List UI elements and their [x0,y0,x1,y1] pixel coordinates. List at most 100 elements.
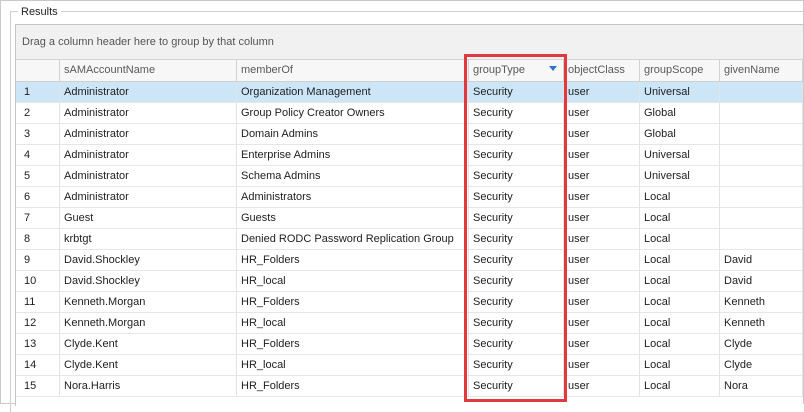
objectclass-cell[interactable]: user [564,145,640,165]
samaccountname-cell[interactable]: Guest [60,208,237,228]
givenname-cell[interactable]: Clyde [720,355,803,375]
memberof-cell[interactable]: HR_local [237,313,469,333]
memberof-cell[interactable]: Schema Admins [237,166,469,186]
objectclass-cell[interactable]: user [564,334,640,354]
grouptype-cell[interactable]: Security [469,355,564,375]
groupscope-cell[interactable]: Universal [640,145,720,165]
objectclass-cell[interactable]: user [564,313,640,333]
samaccountname-cell[interactable]: Administrator [60,166,237,186]
groupscope-cell[interactable]: Global [640,124,720,144]
objectclass-cell[interactable]: user [564,376,640,396]
memberof-cell[interactable]: Administrators [237,187,469,207]
objectclass-cell[interactable]: user [564,103,640,123]
table-row[interactable]: 8 krbtgt Denied RODC Password Replication … [16,229,803,250]
row-number-cell[interactable]: 13 [16,334,60,354]
objectclass-cell[interactable]: user [564,208,640,228]
givenname-cell[interactable]: David [720,271,803,291]
table-row[interactable]: 14 Clyde.Kent HR_local Security user Local Cly… [16,355,803,376]
grouptype-cell[interactable]: Security [469,313,564,333]
samaccountname-cell[interactable]: Administrator [60,187,237,207]
givenname-cell[interactable] [720,124,803,144]
objectclass-cell[interactable]: user [564,355,640,375]
memberof-cell[interactable]: HR_local [237,271,469,291]
samaccountname-cell[interactable]: Administrator [60,124,237,144]
groupscope-cell[interactable]: Local [640,229,720,249]
givenname-cell[interactable] [720,103,803,123]
samaccountname-cell[interactable]: David.Shockley [60,271,237,291]
table-row[interactable]: 13 Clyde.Kent HR_Folders Security user Local C… [16,334,803,355]
samaccountname-cell[interactable]: Nora.Harris [60,376,237,396]
memberof-cell[interactable]: HR_local [237,355,469,375]
table-row[interactable]: 10 David.Shockley HR_local Security user Loca… [16,271,803,292]
grouptype-cell[interactable]: Security [469,208,564,228]
groupscope-cell[interactable]: Local [640,250,720,270]
samaccountname-cell[interactable]: Administrator [60,103,237,123]
grouptype-cell[interactable]: Security [469,250,564,270]
header-groupscope[interactable]: groupScope [640,60,720,81]
table-row[interactable]: 9 David.Shockley HR_Folders Security user Loc… [16,250,803,271]
row-number-cell[interactable]: 14 [16,355,60,375]
givenname-cell[interactable]: Kenneth [720,292,803,312]
table-row[interactable]: 7 Guest Guests Security user Local [16,208,803,229]
samaccountname-cell[interactable]: Administrator [60,145,237,165]
grouptype-cell[interactable]: Security [469,124,564,144]
table-row[interactable]: 15 Nora.Harris HR_Folders Security user Local… [16,376,803,397]
samaccountname-cell[interactable]: krbtgt [60,229,237,249]
objectclass-cell[interactable]: user [564,271,640,291]
grouptype-cell[interactable]: Security [469,103,564,123]
memberof-cell[interactable]: Guests [237,208,469,228]
header-grouptype[interactable]: groupType [469,60,564,81]
header-givenname[interactable]: givenName [720,60,803,81]
table-row[interactable]: 12 Kenneth.Morgan HR_local Security user Loca… [16,313,803,334]
row-number-cell[interactable]: 6 [16,187,60,207]
table-row[interactable]: 4 Administrator Enterprise Admins Security u… [16,145,803,166]
header-objectclass[interactable]: objectClass [564,60,640,81]
row-number-cell[interactable]: 10 [16,271,60,291]
row-number-cell[interactable]: 7 [16,208,60,228]
groupscope-cell[interactable]: Universal [640,166,720,186]
groupscope-cell[interactable]: Local [640,208,720,228]
groupscope-cell[interactable]: Local [640,292,720,312]
groupscope-cell[interactable]: Global [640,103,720,123]
groupscope-cell[interactable]: Universal [640,82,720,102]
givenname-cell[interactable]: Nora [720,376,803,396]
grouptype-cell[interactable]: Security [469,187,564,207]
header-row-number[interactable] [16,60,60,81]
row-number-cell[interactable]: 11 [16,292,60,312]
memberof-cell[interactable]: Organization Management [237,82,469,102]
grouptype-cell[interactable]: Security [469,82,564,102]
groupscope-cell[interactable]: Local [640,376,720,396]
grouptype-cell[interactable]: Security [469,229,564,249]
objectclass-cell[interactable]: user [564,292,640,312]
table-row[interactable]: 1 Administrator Organization Management Sec… [16,82,803,103]
givenname-cell[interactable]: Clyde [720,334,803,354]
givenname-cell[interactable] [720,166,803,186]
memberof-cell[interactable]: Group Policy Creator Owners [237,103,469,123]
groupscope-cell[interactable]: Local [640,355,720,375]
samaccountname-cell[interactable]: Kenneth.Morgan [60,292,237,312]
givenname-cell[interactable] [720,229,803,249]
givenname-cell[interactable] [720,82,803,102]
grouptype-cell[interactable]: Security [469,271,564,291]
givenname-cell[interactable] [720,145,803,165]
row-number-cell[interactable]: 3 [16,124,60,144]
row-number-cell[interactable]: 9 [16,250,60,270]
group-by-panel[interactable]: Drag a column header here to group by th… [16,25,803,60]
memberof-cell[interactable]: Denied RODC Password Replication Group [237,229,469,249]
groupscope-cell[interactable]: Local [640,313,720,333]
givenname-cell[interactable] [720,208,803,228]
objectclass-cell[interactable]: user [564,124,640,144]
givenname-cell[interactable]: David [720,250,803,270]
table-row[interactable]: 2 Administrator Group Policy Creator Owner… [16,103,803,124]
groupscope-cell[interactable]: Local [640,334,720,354]
header-samaccountname[interactable]: sAMAccountName [60,60,237,81]
samaccountname-cell[interactable]: Kenneth.Morgan [60,313,237,333]
objectclass-cell[interactable]: user [564,250,640,270]
grouptype-cell[interactable]: Security [469,334,564,354]
results-grid[interactable]: Drag a column header here to group by th… [15,24,803,406]
samaccountname-cell[interactable]: Administrator [60,82,237,102]
samaccountname-cell[interactable]: Clyde.Kent [60,334,237,354]
row-number-cell[interactable]: 2 [16,103,60,123]
row-number-cell[interactable]: 5 [16,166,60,186]
header-memberof[interactable]: memberOf [237,60,469,81]
